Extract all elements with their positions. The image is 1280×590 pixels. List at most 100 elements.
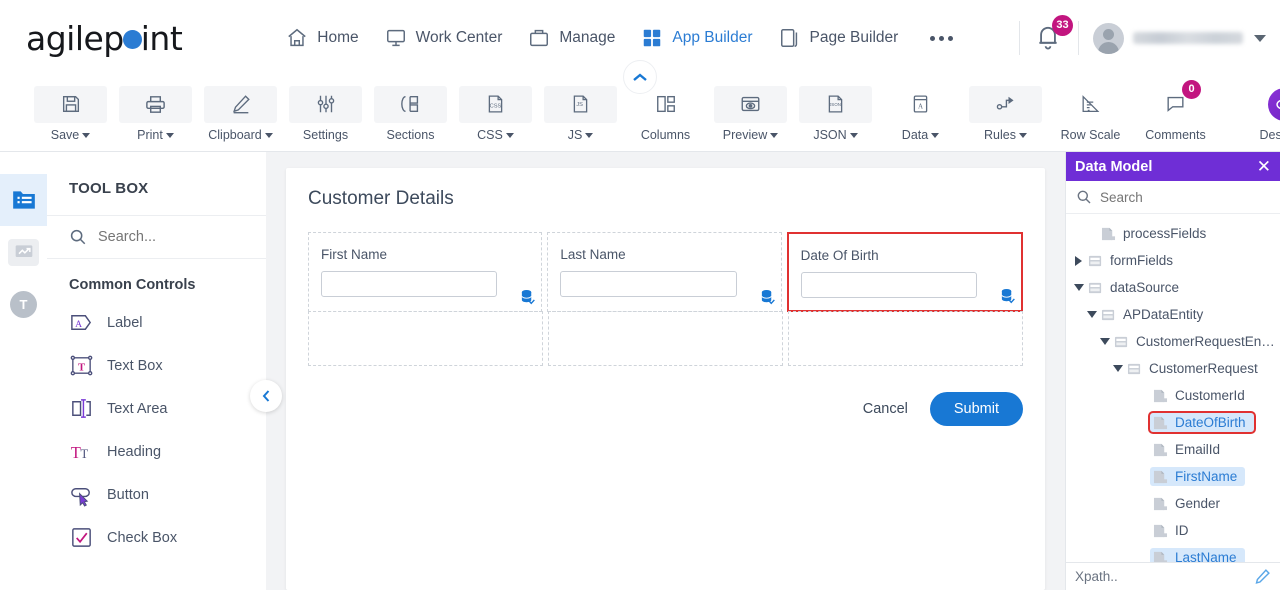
- tree-node[interactable]: formFields: [1066, 247, 1280, 274]
- nav-label: Home: [317, 29, 359, 46]
- tree-node[interactable]: DateOfBirth: [1066, 409, 1280, 436]
- toolbar-settings[interactable]: Settings: [289, 85, 362, 142]
- tree-node[interactable]: LastName: [1066, 544, 1280, 562]
- collapse-toolbox-button[interactable]: [250, 380, 282, 412]
- toolbar-design[interactable]: Design: [1248, 86, 1280, 142]
- toolbar-rules[interactable]: Rules: [969, 85, 1042, 142]
- field-icon: [1153, 497, 1168, 510]
- field-icon: [1153, 524, 1168, 537]
- toolbar-clipboard[interactable]: Clipboard: [204, 85, 277, 142]
- first-name-input[interactable]: [321, 271, 498, 297]
- pencil-edit-icon[interactable]: [1254, 568, 1271, 585]
- toolbar-preview[interactable]: Preview: [714, 85, 787, 142]
- form-cell-empty[interactable]: [308, 311, 543, 366]
- toolbar-print[interactable]: Print: [119, 85, 192, 142]
- collapse-toolbar-button[interactable]: [623, 60, 657, 94]
- tree-node-label: ID: [1175, 523, 1189, 538]
- form-row-fields: First Name Last Name Date Of Birth: [308, 232, 1023, 312]
- database-bound-icon[interactable]: [520, 289, 536, 306]
- form-card: Customer Details First Name Last Name Da…: [286, 168, 1045, 590]
- tree-node[interactable]: APDataEntity: [1066, 301, 1280, 328]
- close-icon[interactable]: ✕: [1257, 158, 1271, 175]
- chevron-right-icon[interactable]: [1072, 255, 1085, 266]
- toolbox-item-check-box[interactable]: Check Box: [47, 516, 266, 559]
- toolbox-item-text-box[interactable]: T Text Box: [47, 344, 266, 387]
- folder-list-icon: [8, 187, 39, 214]
- toolbox-item-text: Text Box: [107, 357, 163, 374]
- toolbar-js[interactable]: JS JS: [544, 85, 617, 142]
- toolbar-json[interactable]: JSON JSON: [799, 85, 872, 142]
- xpath-label: Xpath..: [1075, 569, 1118, 584]
- svg-text:T: T: [71, 443, 81, 462]
- notifications-button[interactable]: 33: [1034, 15, 1073, 54]
- pages-icon: [780, 29, 797, 47]
- cancel-button[interactable]: Cancel: [863, 401, 908, 417]
- last-name-input[interactable]: [560, 271, 737, 297]
- chevron-down-icon[interactable]: [1085, 311, 1098, 318]
- agilepoint-logo[interactable]: agilep int: [26, 22, 183, 55]
- chevron-down-icon[interactable]: [1111, 365, 1124, 372]
- tree-node[interactable]: Gender: [1066, 490, 1280, 517]
- user-menu[interactable]: [1093, 22, 1266, 54]
- toolbar-save[interactable]: Save: [34, 85, 107, 142]
- toolbox-item-button[interactable]: Button: [47, 473, 266, 516]
- toolbar-label: Settings: [302, 127, 349, 142]
- form-cell-date-of-birth[interactable]: Date Of Birth: [786, 232, 1023, 312]
- tree-node[interactable]: FirstName: [1066, 463, 1280, 490]
- chevron-down-icon[interactable]: [1072, 284, 1085, 291]
- toolbox-item-label[interactable]: A Label: [47, 301, 266, 344]
- nav-item-work-center[interactable]: Work Center: [385, 27, 502, 49]
- main-nav: Home Work Center Manage App Builder Page…: [286, 27, 954, 49]
- toolbar-label: Design: [1259, 127, 1280, 142]
- node-icon: [1114, 336, 1128, 347]
- toolbar-sections[interactable]: Sections: [374, 85, 447, 142]
- submit-button[interactable]: Submit: [929, 392, 1023, 426]
- nav-overflow-button[interactable]: [930, 35, 954, 41]
- toolbox-item-heading[interactable]: TT Heading: [47, 430, 266, 473]
- rail-item-text[interactable]: T: [0, 278, 47, 330]
- nav-item-manage[interactable]: Manage: [528, 27, 615, 49]
- toolbar-css[interactable]: CSS CSS: [459, 85, 532, 142]
- toolbar-data[interactable]: A Data: [884, 86, 957, 142]
- data-model-search-input[interactable]: [1100, 189, 1240, 205]
- toolbox-panel: TOOL BOX Common Controls A Label T Text …: [47, 152, 282, 590]
- database-bound-icon[interactable]: [1000, 288, 1015, 305]
- tree-node[interactable]: CustomerId: [1066, 382, 1280, 409]
- avatar: [1093, 22, 1124, 54]
- form-cell-empty[interactable]: [788, 311, 1023, 366]
- toolbox-search[interactable]: [47, 215, 266, 259]
- rail-item-analytics[interactable]: [0, 226, 47, 278]
- form-cell-first-name[interactable]: First Name: [308, 232, 543, 312]
- logo-dot-icon: [122, 29, 142, 49]
- search-input[interactable]: [98, 229, 228, 245]
- tree-node[interactable]: CustomerRequest: [1066, 355, 1280, 382]
- toolbar-row-scale[interactable]: Row Scale: [1054, 86, 1127, 142]
- tree-node[interactable]: dataSource: [1066, 274, 1280, 301]
- toolbar-comments[interactable]: 0 Comments: [1139, 79, 1212, 142]
- tree-node[interactable]: EmailId: [1066, 436, 1280, 463]
- form-cell-last-name[interactable]: Last Name: [547, 232, 782, 312]
- css-file-icon: CSS: [488, 95, 503, 113]
- nav-item-page-builder[interactable]: Page Builder: [779, 27, 898, 49]
- nav-item-app-builder[interactable]: App Builder: [641, 27, 753, 49]
- tree-node[interactable]: processFields: [1066, 220, 1280, 247]
- columns-icon: [656, 95, 675, 113]
- database-bound-icon[interactable]: [760, 289, 775, 306]
- chevron-down-icon: [1254, 34, 1266, 42]
- chevron-down-icon[interactable]: [1098, 338, 1111, 345]
- field-label: First Name: [321, 247, 388, 262]
- monitor-icon: [386, 29, 405, 47]
- nav-item-home[interactable]: Home: [286, 27, 359, 49]
- date-of-birth-input[interactable]: [800, 272, 977, 298]
- data-model-search[interactable]: [1066, 181, 1280, 214]
- tree-node[interactable]: ID: [1066, 517, 1280, 544]
- toolbar-label: Comments: [1145, 127, 1206, 142]
- chevron-down-icon: [849, 133, 858, 138]
- rail-item-toolbox[interactable]: [0, 174, 47, 226]
- tree-node-label: FirstName: [1175, 469, 1238, 484]
- toolbar-label: Row Scale: [1060, 127, 1121, 142]
- toolbox-item-text-area[interactable]: Text Area: [47, 387, 266, 430]
- tree-node[interactable]: CustomerRequestEn…: [1066, 328, 1280, 355]
- toolbar-label: Print: [137, 127, 163, 142]
- form-cell-empty[interactable]: [548, 311, 783, 366]
